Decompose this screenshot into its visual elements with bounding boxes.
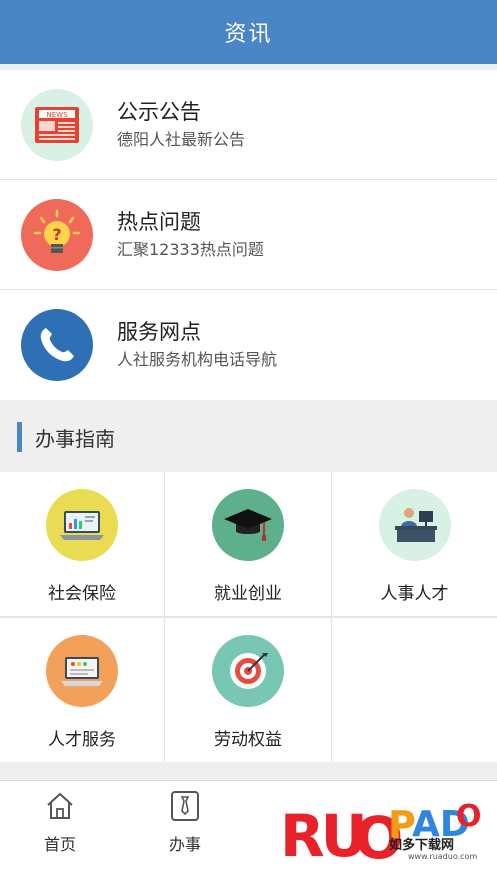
svg-text:RU: RU <box>280 802 364 870</box>
graduation-cap-icon <box>212 489 284 561</box>
phone-icon <box>21 309 93 381</box>
guide-section-header: 办事指南 <box>0 402 497 472</box>
guide-empty-cell <box>332 618 497 762</box>
news-subtitle: 汇聚12333热点问题 <box>117 239 264 259</box>
watermark-logo: RU O P AD O <box>280 799 482 872</box>
guide-item-social-insurance[interactable]: 社会保险 <box>0 472 164 616</box>
guide-item-label: 人事人才 <box>380 584 449 604</box>
news-title: 热点问题 <box>117 209 201 234</box>
section-title: 办事指南 <box>35 426 115 451</box>
guide-item-talent-services[interactable]: 人才服务 <box>0 618 164 762</box>
guide-item-label: 劳动权益 <box>214 730 282 750</box>
news-subtitle: 人社服务机构电话导航 <box>117 350 278 369</box>
tie-icon <box>171 791 199 821</box>
guide-item-labor-rights[interactable]: 劳动权益 <box>165 618 331 762</box>
svg-text:NEWS: NEWS <box>46 111 68 119</box>
guide-item-label: 人才服务 <box>48 730 116 750</box>
news-title: 公示公告 <box>117 99 201 124</box>
office-worker-icon <box>378 489 451 561</box>
lightbulb-icon: ? <box>21 198 93 271</box>
tab-label: 办事 <box>168 835 201 854</box>
news-list: NEWS 公示公告 德阳人社最新公告 ? 热点问题 汇聚12333热点问题 服务… <box>0 70 497 400</box>
top-bar: 资讯 <box>0 0 497 64</box>
target-icon <box>212 635 284 707</box>
news-item-announcements[interactable]: NEWS 公示公告 德阳人社最新公告 <box>0 70 497 180</box>
laptop-icon <box>46 635 118 707</box>
watermark-url: www.ruaduo.com <box>408 852 478 861</box>
page-title: 资讯 <box>224 22 273 47</box>
news-title: 服务网点 <box>117 320 201 344</box>
home-icon <box>47 792 73 819</box>
watermark-text: 如多下载网 <box>389 838 455 853</box>
news-item-service-outlets[interactable]: 服务网点 人社服务机构电话导航 <box>0 290 497 400</box>
news-item-hot-questions[interactable]: ? 热点问题 汇聚12333热点问题 <box>0 180 497 290</box>
svg-text:O: O <box>456 799 482 834</box>
guide-item-employment[interactable]: 就业创业 <box>165 472 331 616</box>
app-screen: 资讯 NEWS 公示公告 德阳人社最新公告 ? 热点问题 汇聚12333热点问题… <box>0 0 497 883</box>
guide-item-personnel[interactable]: 人事人才 <box>332 472 497 616</box>
guide-item-label: 就业创业 <box>214 584 282 604</box>
news-icon: NEWS <box>21 88 93 161</box>
tab-label: 首页 <box>43 835 76 854</box>
laptop-chart-icon <box>46 489 118 561</box>
tab-affairs[interactable]: 办事 <box>145 789 225 855</box>
guide-item-label: 社会保险 <box>48 584 116 604</box>
svg-text:?: ? <box>52 225 61 244</box>
guide-grid: 社会保险 就业创业 人事人才 人才服务 劳动权益 <box>0 472 497 762</box>
section-accent-bar <box>17 422 22 452</box>
news-subtitle: 德阳人社最新公告 <box>117 129 246 149</box>
tab-home[interactable]: 首页 <box>20 789 100 855</box>
